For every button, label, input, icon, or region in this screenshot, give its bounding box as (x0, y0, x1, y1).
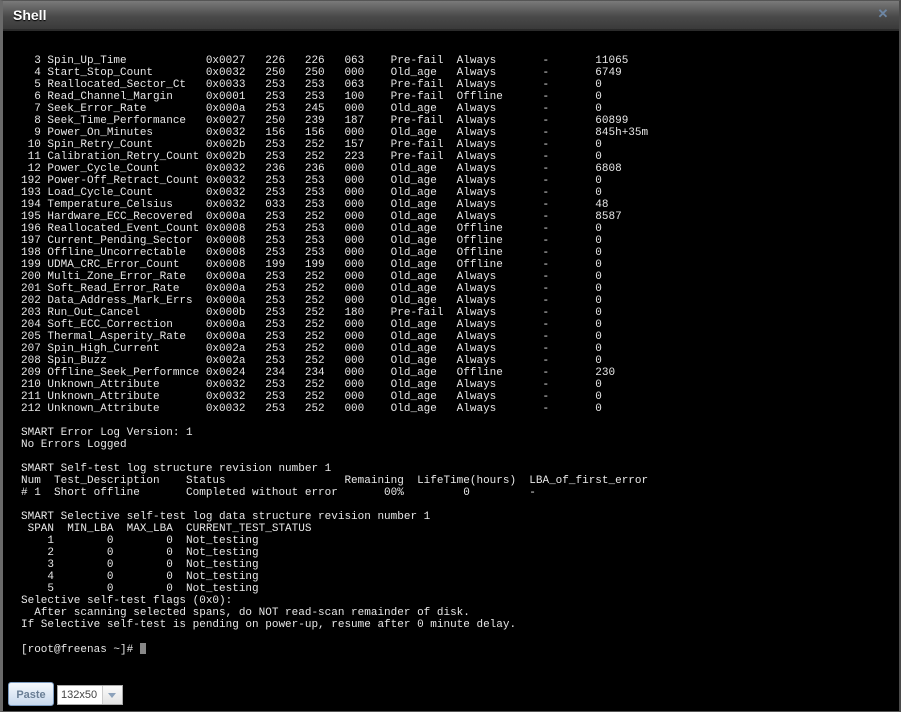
terminal-line: 198 Offline_Uncorrectable 0x0008 253 253… (21, 247, 602, 259)
terminal-prompt-line[interactable]: [root@freenas ~]# (21, 643, 889, 656)
terminal-line: 208 Spin_Buzz 0x002a 253 252 000 Old_age… (21, 355, 602, 367)
close-icon[interactable]: ✕ (877, 7, 889, 20)
terminal-line: 205 Thermal_Asperity_Rate 0x000a 253 252… (21, 331, 602, 343)
terminal-line: 192 Power-Off_Retract_Count 0x0032 253 2… (21, 175, 602, 187)
window-title: Shell (13, 7, 47, 23)
terminal-line: 4 0 0 Not_testing (21, 571, 259, 583)
terminal-line: SMART Error Log Version: 1 (21, 427, 193, 439)
terminal-line: 9 Power_On_Minutes 0x0032 156 156 000 Ol… (21, 127, 649, 139)
terminal-line: 2 0 0 Not_testing (21, 547, 259, 559)
terminal-line: 6 Read_Channel_Margin 0x0001 253 253 100… (21, 91, 602, 103)
terminal-line: 3 0 0 Not_testing (21, 559, 259, 571)
chevron-down-icon[interactable] (102, 686, 122, 704)
terminal-line: 1 0 0 Not_testing (21, 535, 259, 547)
terminal-output[interactable]: 3 Spin_Up_Time 0x0027 226 226 063 Pre-fa… (21, 55, 889, 656)
terminal-line: 8 Seek_Time_Performance 0x0027 250 239 1… (21, 115, 629, 127)
terminal-line: 4 Start_Stop_Count 0x0032 250 250 000 Ol… (21, 67, 622, 79)
terminal-line: No Errors Logged (21, 439, 127, 451)
terminal-line: 12 Power_Cycle_Count 0x0032 236 236 000 … (21, 163, 622, 175)
terminal-line: 210 Unknown_Attribute 0x0032 253 252 000… (21, 379, 602, 391)
terminal-line: 204 Soft_ECC_Correction 0x000a 253 252 0… (21, 319, 602, 331)
paste-button[interactable]: Paste (8, 682, 54, 706)
terminal-line: If Selective self-test is pending on pow… (21, 619, 517, 631)
terminal-line: 11 Calibration_Retry_Count 0x002b 253 25… (21, 151, 602, 163)
terminal-line: 209 Offline_Seek_Performnce 0x0024 234 2… (21, 367, 616, 379)
title-bar: Shell ✕ (3, 1, 899, 31)
terminal-line: 194 Temperature_Celsius 0x0032 033 253 0… (21, 199, 609, 211)
terminal-line: 203 Run_Out_Cancel 0x000b 253 252 180 Pr… (21, 307, 602, 319)
terminal-line: # 1 Short offline Completed without erro… (21, 487, 536, 499)
terminal-line: 202 Data_Address_Mark_Errs 0x000a 253 25… (21, 295, 602, 307)
terminal-line: 5 0 0 Not_testing (21, 583, 259, 595)
terminal-line: 211 Unknown_Attribute 0x0032 253 252 000… (21, 391, 602, 403)
terminal-line: 3 Spin_Up_Time 0x0027 226 226 063 Pre-fa… (21, 55, 629, 67)
terminal-line: 197 Current_Pending_Sector 0x0008 253 25… (21, 235, 602, 247)
terminal-size-value: 132x50 (61, 689, 98, 701)
cursor (139, 643, 146, 654)
terminal-line: 5 Reallocated_Sector_Ct 0x0033 253 253 0… (21, 79, 602, 91)
terminal-line: 200 Multi_Zone_Error_Rate 0x000a 253 252… (21, 271, 602, 283)
terminal-line: 199 UDMA_CRC_Error_Count 0x0008 199 199 … (21, 259, 602, 271)
terminal-line: SMART Self-test log structure revision n… (21, 463, 332, 475)
terminal-line: Num Test_Description Status Remaining Li… (21, 475, 649, 487)
shell-prompt: [root@freenas ~]# (21, 644, 140, 656)
terminal-line: 10 Spin_Retry_Count 0x002b 253 252 157 P… (21, 139, 602, 151)
shell-window: Shell ✕ 3 Spin_Up_Time 0x0027 226 226 06… (0, 0, 901, 712)
terminal-line: 196 Reallocated_Event_Count 0x0008 253 2… (21, 223, 602, 235)
terminal-line: 195 Hardware_ECC_Recovered 0x000a 253 25… (21, 211, 622, 223)
terminal-line: SPAN MIN_LBA MAX_LBA CURRENT_TEST_STATUS (21, 523, 312, 535)
terminal-line: Selective self-test flags (0x0): (21, 595, 233, 607)
terminal-line: After scanning selected spans, do NOT re… (21, 607, 470, 619)
terminal-line: 7 Seek_Error_Rate 0x000a 253 245 000 Old… (21, 103, 602, 115)
terminal-line: 193 Load_Cycle_Count 0x0032 253 253 000 … (21, 187, 602, 199)
terminal-line: 201 Soft_Read_Error_Rate 0x000a 253 252 … (21, 283, 602, 295)
terminal-line: SMART Selective self-test log data struc… (21, 511, 431, 523)
terminal-size-select[interactable]: 132x50 (57, 685, 123, 705)
terminal-line: 207 Spin_High_Current 0x002a 253 252 000… (21, 343, 602, 355)
terminal-line: 212 Unknown_Attribute 0x0032 253 252 000… (21, 403, 602, 415)
